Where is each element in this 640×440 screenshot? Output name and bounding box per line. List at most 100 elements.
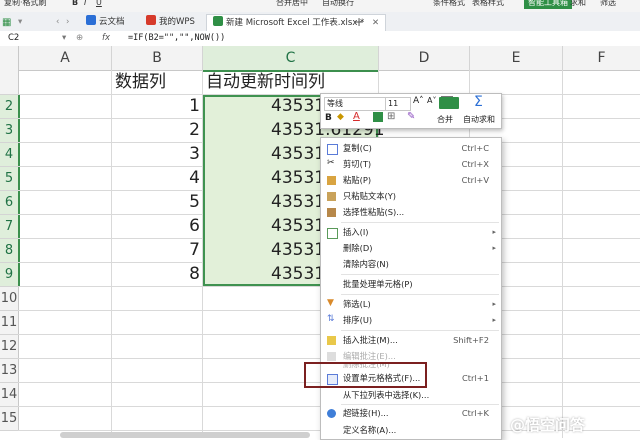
merge-button[interactable]: 合并 <box>437 114 453 125</box>
merge-cells-icon[interactable] <box>439 97 459 109</box>
tab-cloud-docs[interactable]: 云文档 <box>86 14 125 31</box>
bold-icon[interactable]: B <box>325 113 332 123</box>
tab-my-wps[interactable]: 我的WPS <box>146 14 195 31</box>
menu-item-cut[interactable]: ✂ 剪切(T) Ctrl+X <box>321 156 501 173</box>
format-painter-icon[interactable]: ✎ <box>407 111 415 122</box>
font-size-select[interactable]: 11 <box>385 97 411 111</box>
menu-item-filter[interactable]: ▼ 筛选(L) ▸ <box>321 296 501 313</box>
fill-color-icon[interactable]: ◆ <box>337 112 344 122</box>
menu-item-paste[interactable]: 粘贴(P) Ctrl+V <box>321 172 501 189</box>
cell-c5[interactable]: 43531 <box>271 166 325 191</box>
menu-item-paste-text[interactable]: 只粘贴文本(Y) <box>321 188 501 205</box>
row-header[interactable]: 12 <box>0 335 19 359</box>
nav-left-icon[interactable]: ‹ <box>56 14 59 31</box>
wrap-text-button[interactable]: 自动换行 <box>322 0 354 9</box>
menu-item-define-name[interactable]: 定义名称(A)... <box>321 422 501 439</box>
name-box[interactable]: C2 <box>8 31 19 46</box>
conditional-format-button[interactable]: 条件格式 <box>433 0 465 9</box>
align-icon[interactable] <box>373 112 383 122</box>
table-style-button[interactable]: 表格样式 <box>472 0 504 9</box>
menu-item-insert[interactable]: 插入(I) ▸ <box>321 224 501 241</box>
column-header-a[interactable]: A <box>19 46 112 71</box>
increase-font-icon[interactable]: A˄ <box>413 96 424 106</box>
filter-icon: ▼ <box>327 298 334 308</box>
menu-item-clear-contents[interactable]: 清除内容(N) <box>321 256 501 273</box>
menu-item-pick-from-list[interactable]: 从下拉列表中选择(K)... <box>321 387 501 404</box>
dropdown-arrow-icon[interactable]: ▾ <box>18 14 22 31</box>
menu-item-label: 排序(U) <box>343 315 373 325</box>
column-header-e[interactable]: E <box>470 46 563 71</box>
cell-c6[interactable]: 43531 <box>271 190 325 215</box>
row-header[interactable]: 9 <box>0 263 20 287</box>
sum-button[interactable]: 求和 <box>570 0 586 9</box>
row-header[interactable]: 5 <box>0 167 20 191</box>
cell-b2[interactable]: 1 <box>112 94 200 119</box>
nav-right-icon[interactable]: › <box>66 14 69 31</box>
border-grid-icon[interactable]: ⊞ <box>387 111 395 122</box>
row-header[interactable]: 13 <box>0 359 19 383</box>
ribbon-item[interactable]: 复制·格式刷 <box>4 0 47 9</box>
row-header[interactable]: 14 <box>0 383 19 407</box>
menu-item-copy[interactable]: 复制(C) Ctrl+C <box>321 140 501 157</box>
row-header[interactable]: 15 <box>0 407 19 431</box>
filter-button[interactable]: 筛选 <box>600 0 616 9</box>
row-header[interactable]: 4 <box>0 143 20 167</box>
formula-input[interactable]: =IF(B2="","",NOW()) <box>128 31 225 46</box>
row-header[interactable]: 7 <box>0 215 20 239</box>
fx-icon[interactable]: fx <box>102 31 110 46</box>
menu-item-label: 只粘贴文本(Y) <box>343 191 397 201</box>
dropdown-arrow-icon[interactable]: ▾ <box>62 31 66 46</box>
cell-b4[interactable]: 3 <box>112 142 200 167</box>
menu-item-insert-comment[interactable]: 插入批注(M)... Shift+F2 <box>321 332 501 349</box>
menu-item-hyperlink[interactable]: 超链接(H)... Ctrl+K <box>321 405 501 422</box>
menu-item-label: 插入批注(M)... <box>343 335 398 345</box>
cell-b7[interactable]: 6 <box>112 214 200 239</box>
decrease-font-icon[interactable]: A˅ <box>427 96 436 105</box>
merge-center-button[interactable]: 合并居中 <box>276 0 308 9</box>
row-header[interactable]: 10 <box>0 287 19 311</box>
font-color-icon[interactable]: A <box>353 111 360 122</box>
row-header[interactable] <box>0 70 19 95</box>
bold-button[interactable]: B <box>72 0 78 9</box>
row-header[interactable]: 6 <box>0 191 20 215</box>
italic-button[interactable]: I <box>84 0 86 9</box>
insert-icon <box>327 228 338 239</box>
menu-item-batch-process[interactable]: 批量处理单元格(P) <box>321 276 501 293</box>
cell-b9[interactable]: 8 <box>112 262 200 287</box>
cell-c7[interactable]: 43531 <box>271 214 325 239</box>
cell-c2[interactable]: 43531 <box>271 94 325 119</box>
close-tab-icon[interactable]: ✕ <box>372 18 379 28</box>
row-header[interactable]: 8 <box>0 239 20 263</box>
new-tab-button[interactable]: + <box>354 14 364 31</box>
submenu-arrow-icon: ▸ <box>492 316 496 324</box>
column-header-f[interactable]: F <box>563 46 640 71</box>
row-header[interactable]: 2 <box>0 95 20 119</box>
menu-item-paste-special[interactable]: 选择性粘贴(S)... <box>321 204 501 221</box>
column-header-c[interactable]: C <box>203 46 379 72</box>
autosum-button[interactable]: 自动求和 <box>463 114 495 125</box>
cell-b8[interactable]: 7 <box>112 238 200 263</box>
cell-c1[interactable]: 自动更新时间列 <box>206 70 325 95</box>
menu-separator <box>341 330 499 331</box>
select-all-corner[interactable] <box>0 46 19 71</box>
cell-b5[interactable]: 4 <box>112 166 200 191</box>
smart-toolbox-button[interactable]: 智能工具箱 <box>524 0 572 9</box>
menu-item-sort[interactable]: ⇅ 排序(U) ▸ <box>321 312 501 329</box>
cell-c9[interactable]: 43531 <box>271 262 325 287</box>
column-header-b[interactable]: B <box>112 46 203 71</box>
menu-item-delete[interactable]: 删除(D) ▸ <box>321 240 501 257</box>
row-header[interactable]: 11 <box>0 311 19 335</box>
cell-b3[interactable]: 2 <box>112 118 200 143</box>
font-name-select[interactable]: 等线 <box>324 97 386 111</box>
cell-b6[interactable]: 5 <box>112 190 200 215</box>
grid-icon[interactable]: ▦ <box>2 14 14 31</box>
cell-b1[interactable]: 数据列 <box>115 70 166 95</box>
column-header-d[interactable]: D <box>379 46 470 71</box>
zoom-icon[interactable]: ⊕ <box>76 31 83 46</box>
horizontal-scrollbar[interactable] <box>60 432 310 438</box>
cell-c8[interactable]: 43531 <box>271 238 325 263</box>
row-header[interactable]: 3 <box>0 119 20 143</box>
autosum-icon[interactable]: Σ <box>474 94 483 110</box>
underline-button[interactable]: U <box>96 0 102 9</box>
cell-c4[interactable]: 43531 <box>271 142 325 167</box>
